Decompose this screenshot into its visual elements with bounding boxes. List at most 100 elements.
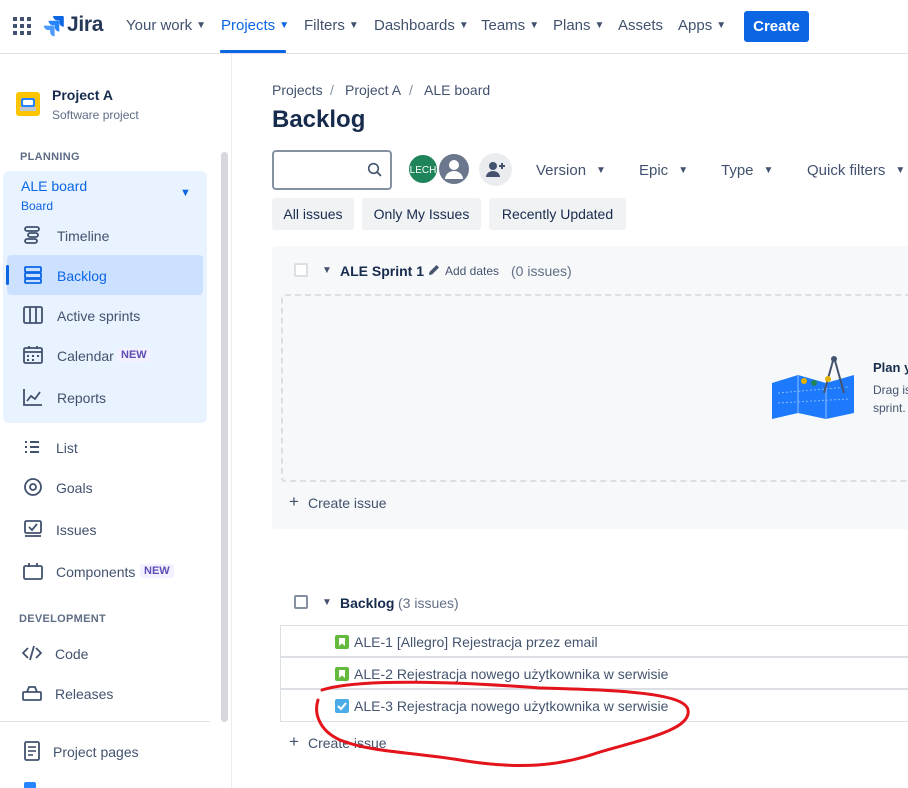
sidebar-item-reports[interactable]: Reports xyxy=(57,390,106,406)
chevron-down-icon: ▼ xyxy=(594,20,605,31)
backlog-create-issue-button[interactable]: Create issue xyxy=(308,735,387,751)
selected-indicator xyxy=(6,265,9,285)
page-title: Backlog xyxy=(272,106,366,133)
sidebar-item-issues[interactable]: Issues xyxy=(56,522,96,538)
chevron-down-icon: ▼ xyxy=(196,20,207,31)
search-icon xyxy=(367,162,382,177)
chevron-down-icon: ▼ xyxy=(596,165,606,176)
list-icon xyxy=(25,441,39,453)
issue-summary[interactable]: ALE-1 [Allegro] Rejestracja przez email xyxy=(354,634,598,650)
nav-filters[interactable]: Filters ▼ xyxy=(304,17,359,34)
issue-summary[interactable]: ALE-2 Rejestracja nowego użytkownika w s… xyxy=(354,666,668,682)
shortcut-icon xyxy=(24,782,36,788)
app-switcher-icon[interactable] xyxy=(13,17,31,35)
releases-icon xyxy=(22,686,42,701)
backlog-checkbox[interactable] xyxy=(294,595,308,609)
user-avatar-icon[interactable] xyxy=(437,152,471,186)
empty-sprint-desc-2: sprint. xyxy=(873,401,906,415)
jira-logo-text[interactable]: Jira xyxy=(67,13,103,37)
chevron-down-icon[interactable]: ▼ xyxy=(322,597,332,608)
backlog-issue-count: (3 issues) xyxy=(398,595,459,611)
code-icon xyxy=(22,645,42,661)
calendar-icon xyxy=(23,346,43,364)
sidebar-item-code[interactable]: Code xyxy=(55,646,88,662)
plus-icon: + xyxy=(289,732,299,751)
story-icon xyxy=(335,635,349,649)
goals-icon xyxy=(24,478,42,496)
create-button[interactable]: Create xyxy=(744,11,809,42)
empty-sprint-desc: Drag is xyxy=(873,383,908,397)
board-subtitle: Board xyxy=(21,199,54,213)
table-row[interactable]: ALE-1 [Allegro] Rejestracja przez email xyxy=(280,625,908,657)
chevron-down-icon[interactable]: ▼ xyxy=(180,187,191,199)
sidebar-item-timeline[interactable]: Timeline xyxy=(57,228,109,244)
breadcrumb-separator: / xyxy=(330,82,334,98)
chip-all-issues[interactable]: All issues xyxy=(272,198,354,230)
issues-icon xyxy=(24,520,42,537)
table-row[interactable]: ALE-2 Rejestracja nowego użytkownika w s… xyxy=(280,657,908,689)
development-heading: DEVELOPMENT xyxy=(19,613,107,625)
issue-summary[interactable]: ALE-3 Rejestracja nowego użytkownika w s… xyxy=(354,698,668,714)
nav-plans[interactable]: Plans ▼ xyxy=(553,17,604,34)
sprint-name[interactable]: ALE Sprint 1 xyxy=(340,263,424,279)
sidebar-divider xyxy=(0,721,210,722)
sidebar-item-goals[interactable]: Goals xyxy=(56,480,93,496)
project-name[interactable]: Project A xyxy=(52,87,113,103)
components-icon xyxy=(23,563,43,580)
add-people-button[interactable] xyxy=(479,153,512,186)
sidebar-item-project-pages[interactable]: Project pages xyxy=(53,744,139,760)
empty-sprint-title: Plan y xyxy=(873,360,908,375)
quick-filters-dropdown[interactable]: Quick filters ▼ xyxy=(807,162,905,179)
nav-teams[interactable]: Teams ▼ xyxy=(481,17,539,34)
active-sprints-icon xyxy=(23,306,43,324)
chevron-down-icon: ▼ xyxy=(279,20,290,31)
epic-dropdown[interactable]: Epic ▼ xyxy=(639,162,688,179)
sidebar-scrollbar[interactable] xyxy=(221,152,228,722)
nav-assets[interactable]: Assets xyxy=(618,17,663,34)
chevron-down-icon[interactable]: ▼ xyxy=(322,265,332,276)
sidebar-item-list[interactable]: List xyxy=(56,440,78,456)
chevron-down-icon: ▼ xyxy=(716,20,727,31)
project-type: Software project xyxy=(52,108,139,122)
chip-recently-updated[interactable]: Recently Updated xyxy=(489,198,626,230)
breadcrumb-projects[interactable]: Projects xyxy=(272,82,323,98)
pencil-icon xyxy=(429,265,439,275)
chevron-down-icon: ▼ xyxy=(895,165,906,176)
sprint-create-issue-button[interactable]: Create issue xyxy=(308,495,387,511)
breadcrumb-separator: / xyxy=(409,82,413,98)
planning-heading: PLANNING xyxy=(20,151,80,163)
nav-your-work[interactable]: Your work ▼ xyxy=(126,17,206,34)
sprint-checkbox[interactable] xyxy=(294,263,308,277)
sidebar-item-calendar[interactable]: Calendar xyxy=(57,348,114,364)
top-navigation: Jira Your work ▼ Projects ▼ Filters ▼ Dashb… xyxy=(0,0,908,54)
nav-apps[interactable]: Apps ▼ xyxy=(678,17,726,34)
project-avatar-icon xyxy=(16,92,40,116)
chevron-down-icon: ▼ xyxy=(678,165,689,176)
active-tab-indicator xyxy=(220,50,286,53)
table-row[interactable]: ALE-3 Rejestracja nowego użytkownika w s… xyxy=(280,689,908,722)
nav-dashboards[interactable]: Dashboards ▼ xyxy=(374,17,469,34)
story-icon xyxy=(335,667,349,681)
add-dates-link[interactable]: Add dates xyxy=(445,264,499,278)
jira-logo-icon[interactable] xyxy=(43,15,65,37)
backlog-name[interactable]: Backlog xyxy=(340,595,394,611)
new-badge: NEW xyxy=(117,348,151,362)
breadcrumb-project-a[interactable]: Project A xyxy=(345,82,401,98)
chevron-down-icon: ▼ xyxy=(348,20,359,31)
board-name[interactable]: ALE board xyxy=(21,178,87,194)
sidebar-item-releases[interactable]: Releases xyxy=(55,686,113,702)
sidebar-item-active-sprints[interactable]: Active sprints xyxy=(57,308,140,324)
reports-icon xyxy=(23,389,42,406)
task-checkbox-icon xyxy=(335,699,349,713)
breadcrumb-board[interactable]: ALE board xyxy=(424,82,490,98)
plan-map-illustration-icon xyxy=(772,356,854,419)
version-dropdown[interactable]: Version ▼ xyxy=(536,162,606,179)
new-badge: NEW xyxy=(140,564,174,578)
nav-projects[interactable]: Projects ▼ xyxy=(221,17,289,34)
chip-only-my-issues[interactable]: Only My Issues xyxy=(362,198,481,230)
sprint-issue-count: (0 issues) xyxy=(511,263,572,279)
avatar[interactable]: LECH xyxy=(407,153,439,185)
sidebar-item-backlog[interactable]: Backlog xyxy=(57,268,107,284)
sidebar-item-components[interactable]: Components xyxy=(56,564,135,580)
type-dropdown[interactable]: Type ▼ xyxy=(721,162,773,179)
